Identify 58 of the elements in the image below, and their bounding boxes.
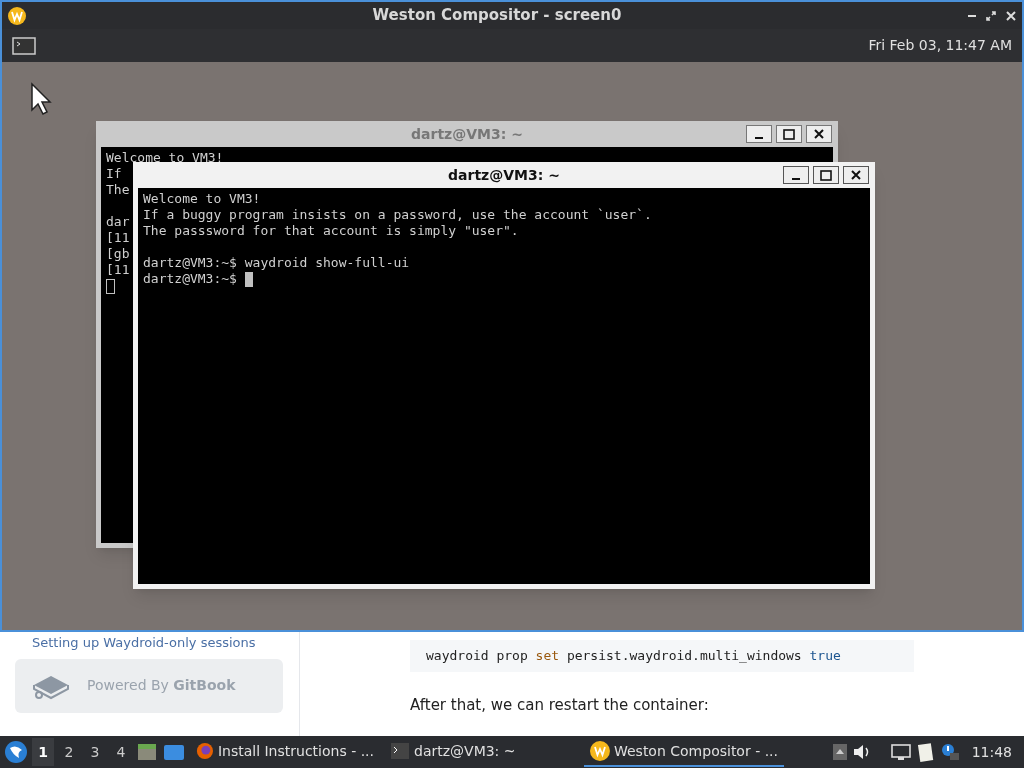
taskbar-button[interactable]: Weston Compositor - ... <box>584 737 784 767</box>
terminal-line: [11 <box>106 262 130 278</box>
terminal-line: dartz@VM3:~$ <box>143 271 237 287</box>
workspace-button[interactable]: 2 <box>58 738 80 766</box>
terminal-line: If <box>106 166 122 182</box>
taskbar-button[interactable]: dartz@VM3: ~ <box>384 737 580 767</box>
terminal-line: [gb <box>106 246 130 262</box>
terminal-line: Welcome to VM3! <box>143 191 261 207</box>
window-title: dartz@VM3: ~ <box>411 124 523 144</box>
terminal-icon <box>390 742 410 760</box>
maximize-button[interactable] <box>813 166 839 184</box>
workspace-button[interactable]: 1 <box>32 738 54 766</box>
mouse-pointer-icon <box>30 82 52 116</box>
code-block: waydroid prop set persist.waydroid.multi_windows true <box>410 640 914 672</box>
window-icon[interactable] <box>162 742 186 762</box>
maximize-icon <box>783 128 795 140</box>
restore-icon[interactable] <box>986 10 996 21</box>
close-icon <box>814 129 824 139</box>
file-manager-icon[interactable] <box>136 742 158 762</box>
start-menu-icon[interactable] <box>4 740 28 764</box>
workspace-button[interactable]: 3 <box>84 738 106 766</box>
terminal-icon[interactable] <box>12 36 36 55</box>
terminal-line: [11 <box>106 230 130 246</box>
network-icon[interactable] <box>889 743 912 761</box>
terminal-line: The <box>106 182 130 198</box>
scroll-up-icon[interactable] <box>831 743 848 761</box>
close-icon[interactable] <box>1006 10 1016 21</box>
minimize-button[interactable] <box>746 125 772 143</box>
taskbar-button[interactable]: Install Instructions - ... <box>190 737 380 767</box>
terminal-line: If a buggy program insists on a password, use the account `user`. <box>143 207 652 223</box>
terminal-line: dartz@VM3:~$ waydroid show-full-ui <box>143 255 410 271</box>
terminal-line: dar <box>106 214 130 230</box>
workspace-button[interactable]: 4 <box>110 738 132 766</box>
window-title: dartz@VM3: ~ <box>448 165 560 185</box>
panel-clock: Fri Feb 03, 11:47 AM <box>868 36 1012 55</box>
update-notifier-icon[interactable] <box>939 742 960 762</box>
powered-by-text: Powered By GitBook <box>87 676 236 695</box>
minimize-icon <box>755 137 763 139</box>
weston-logo-icon <box>8 6 26 25</box>
weston-logo-icon <box>590 741 610 761</box>
terminal-line: The passsword for that account is simply "user". <box>143 223 519 239</box>
window-title: Weston Compositor - screen0 <box>371 5 623 27</box>
paragraph: After that, we can restart the container: <box>410 695 710 716</box>
terminal-line: Welcome to VM3! <box>106 150 224 166</box>
close-button[interactable] <box>806 125 832 143</box>
minimize-button[interactable] <box>783 166 809 184</box>
minimize-icon[interactable] <box>968 14 976 17</box>
browser-icon <box>196 741 214 761</box>
maximize-icon <box>820 169 832 181</box>
sidebar-link[interactable]: Setting up Waydroid-only sessions <box>15 633 284 653</box>
clipboard-icon[interactable] <box>915 741 936 763</box>
minimize-icon <box>792 178 800 180</box>
text-cursor <box>244 271 253 287</box>
taskbar-clock: 11:48 <box>970 742 1013 762</box>
text-cursor <box>106 278 115 294</box>
close-icon <box>851 170 861 180</box>
maximize-button[interactable] <box>776 125 802 143</box>
close-button[interactable] <box>843 166 869 184</box>
